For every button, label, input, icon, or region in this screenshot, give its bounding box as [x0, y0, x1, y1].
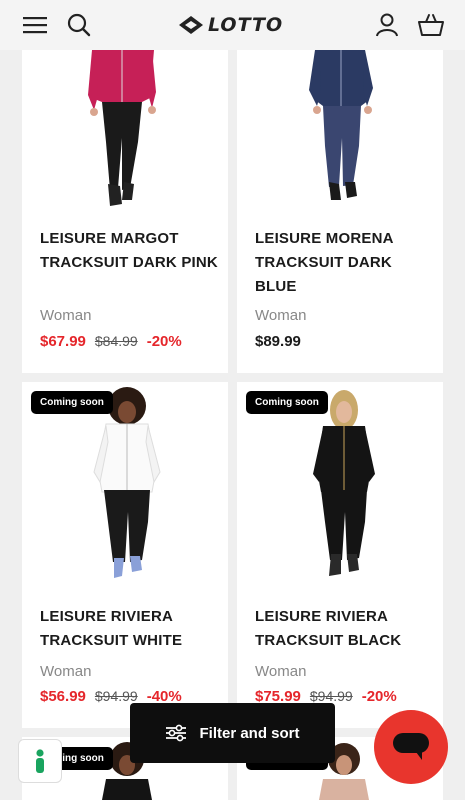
- product-card[interactable]: Coming soon LEISURE RIVIERA TRACKSUIT BL…: [237, 382, 443, 728]
- product-category: Woman: [40, 663, 92, 680]
- product-name[interactable]: LEISURE MORENA TRACKSUIT DARK BLUE: [255, 227, 435, 299]
- menu-icon[interactable]: [20, 10, 50, 40]
- discount-label: -20%: [146, 333, 182, 350]
- chat-icon: [393, 733, 429, 760]
- account-icon[interactable]: [372, 10, 402, 40]
- chat-button[interactable]: [374, 710, 448, 784]
- header: LOTTO: [0, 0, 465, 50]
- brand-logo[interactable]: LOTTO: [178, 14, 283, 36]
- price-row: $89.99: [255, 333, 301, 350]
- price: $89.99: [255, 333, 301, 350]
- search-icon[interactable]: [64, 10, 94, 40]
- coming-soon-badge: Coming soon: [31, 391, 113, 414]
- product-card[interactable]: Coming soon LEISURE RIVIERA TRACKSUIT WH…: [22, 382, 228, 728]
- product-card[interactable]: LEISURE MORENA TRACKSUIT DARK BLUE Woman…: [237, 50, 443, 373]
- sale-price: $67.99: [40, 333, 86, 350]
- product-card[interactable]: LEISURE MARGOT TRACKSUIT DARK PINK Woman…: [22, 50, 228, 373]
- watermark: MOI: [183, 386, 228, 411]
- lotto-logo-icon: [179, 16, 203, 34]
- product-name[interactable]: LEISURE RIVIERA TRACKSUIT BLACK: [255, 605, 435, 653]
- original-price: $84.99: [94, 333, 138, 349]
- product-name[interactable]: LEISURE RIVIERA TRACKSUIT WHITE: [40, 605, 220, 653]
- filter-and-sort-button[interactable]: Filter and sort: [130, 703, 335, 763]
- discount-label: -20%: [361, 688, 397, 705]
- price-row: $67.99 $84.99 -20%: [40, 333, 182, 350]
- coming-soon-badge: Coming soon: [246, 391, 328, 414]
- sale-price: $56.99: [40, 688, 86, 705]
- original-price: $94.99: [309, 688, 353, 704]
- product-image[interactable]: [237, 50, 443, 220]
- product-image[interactable]: [22, 50, 228, 220]
- brand-name: LOTTO: [208, 14, 284, 36]
- sliders-icon: [166, 724, 187, 742]
- accessibility-button[interactable]: [18, 739, 62, 783]
- product-name[interactable]: LEISURE MARGOT TRACKSUIT DARK PINK: [40, 227, 220, 275]
- product-category: Woman: [255, 663, 307, 680]
- accessibility-icon: [36, 749, 44, 773]
- product-category: Woman: [255, 307, 307, 324]
- filter-label: Filter and sort: [199, 724, 300, 742]
- product-category: Woman: [40, 307, 92, 324]
- original-price: $94.99: [94, 688, 138, 704]
- cart-icon[interactable]: [416, 10, 446, 40]
